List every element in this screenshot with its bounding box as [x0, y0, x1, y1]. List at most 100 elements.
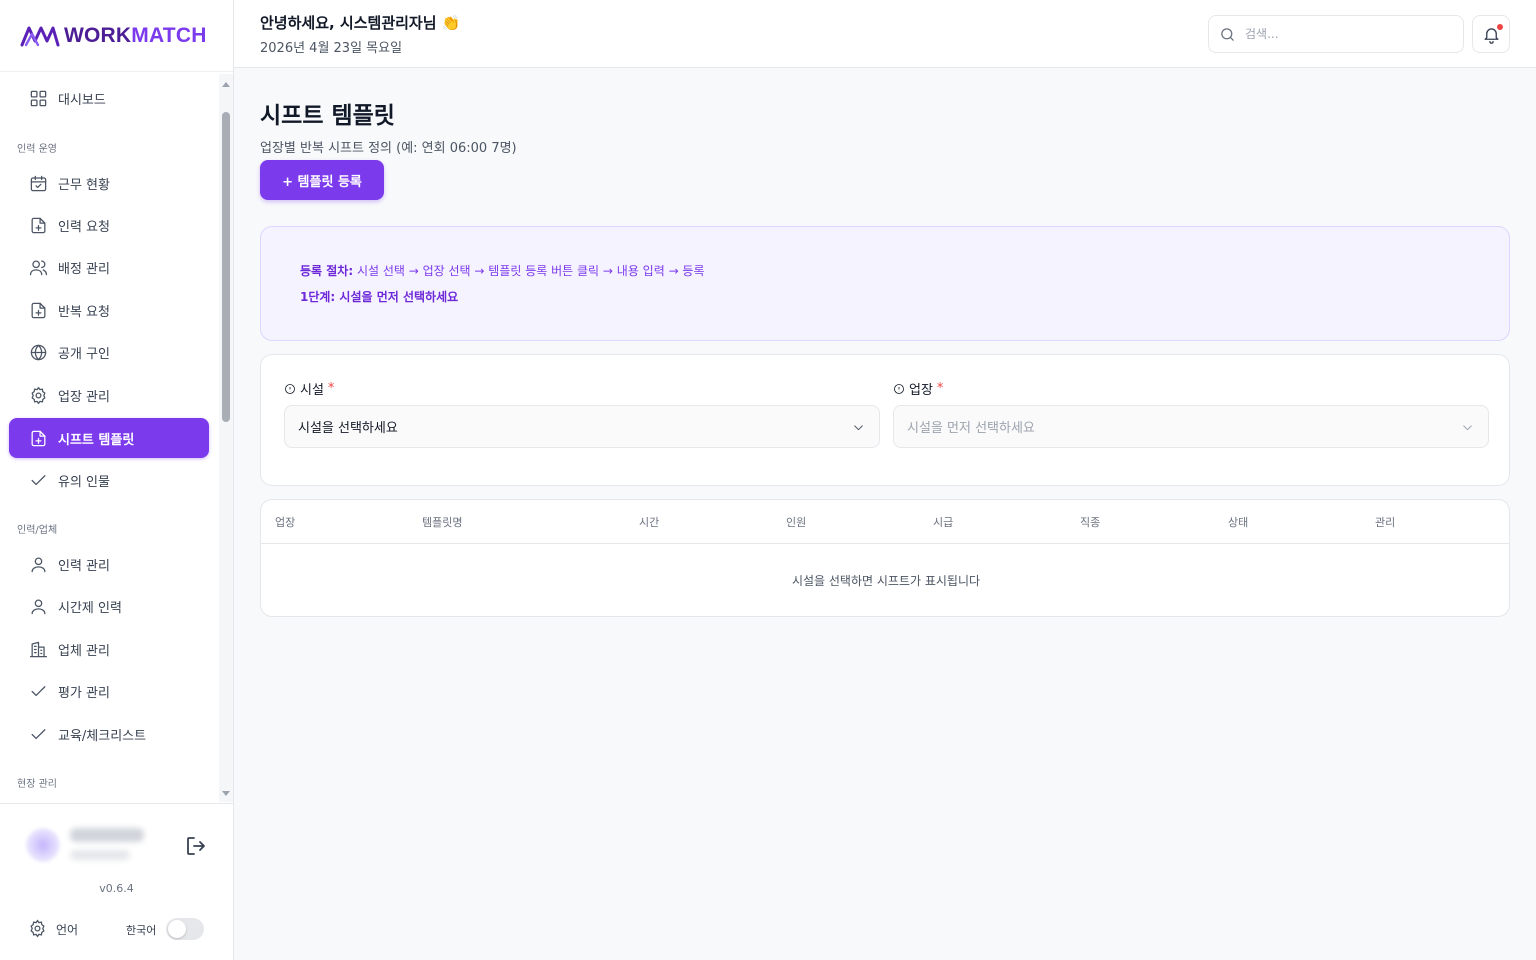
- sidebar-item-label: 교육/체크리스트: [58, 728, 147, 744]
- info-circle-icon: [285, 383, 295, 394]
- logo-text: WORKMATCH: [64, 23, 207, 47]
- notifications-button[interactable]: [1472, 15, 1510, 53]
- venue-select-value: 시설을 먼저 선택하세요: [907, 421, 1035, 436]
- filter-card: 시설 * 시설을 선택하세요 업장 * 시설을 먼저 선택하세요: [260, 354, 1510, 486]
- column-header-time[interactable]: 시간: [639, 514, 659, 530]
- check-icon: [31, 474, 46, 485]
- template-table: 업장 템플릿명 시간 인원 시급 직종 상태 관리 시설을 선택하면 시프트가 …: [260, 499, 1510, 617]
- top-header: 안녕하세요, 시스템관리자님 👏 2026년 4월 23일 목요일: [234, 0, 1536, 68]
- facility-label: 시설 *: [284, 379, 334, 398]
- sidebar-item-label: 인력 관리: [58, 558, 110, 574]
- greeting-text: 안녕하세요, 시스템관리자님 👏: [260, 14, 461, 32]
- column-header-job-type[interactable]: 직종: [1080, 514, 1100, 530]
- sidebar-item-label: 시간제 인력: [58, 600, 122, 616]
- language-value: 한국어: [126, 924, 157, 937]
- users-icon: [29, 260, 48, 275]
- avatar: [26, 828, 60, 862]
- sidebar-item-label: 유의 인물: [58, 474, 110, 490]
- sidebar-item-public-hiring[interactable]: 공개 구인: [9, 332, 209, 372]
- procedure-text: 등록 절차: 시설 선택 → 업장 선택 → 템플릿 등록 버튼 클릭 → 내용…: [300, 262, 705, 279]
- sidebar-item-label: 배정 관리: [58, 261, 110, 277]
- table-empty-message: 시설을 선택하면 시프트가 표시됩니다: [791, 574, 981, 588]
- sidebar-item-label: 공개 구인: [58, 346, 110, 362]
- search-input[interactable]: [1245, 24, 1445, 44]
- add-template-button[interactable]: + 템플릿 등록: [260, 160, 384, 200]
- check-icon: [31, 685, 46, 696]
- sidebar-item-part-time-workers[interactable]: 시간제 인력: [9, 586, 209, 626]
- file-plus-icon: [31, 217, 46, 233]
- user-icon: [31, 557, 46, 572]
- search-icon: [1221, 28, 1234, 41]
- nav-section-site: 현장 관리: [17, 779, 57, 790]
- notification-dot: [1497, 24, 1503, 30]
- sidebar-item-venue-management[interactable]: 업장 관리: [9, 375, 209, 415]
- scrollbar-thumb[interactable]: [222, 112, 230, 422]
- sidebar-item-company-management[interactable]: 업체 관리: [9, 629, 209, 669]
- chevron-down-icon: [854, 425, 863, 431]
- sidebar-item-label: 평가 관리: [58, 685, 110, 701]
- nav-section-workers: 인력/업체: [17, 525, 58, 536]
- sidebar-item-work-status[interactable]: 근무 현황: [9, 163, 209, 203]
- logout-icon: [187, 837, 205, 855]
- scroll-down-arrow-icon[interactable]: [222, 791, 230, 796]
- sidebar-item-training-checklist[interactable]: 교육/체크리스트: [9, 714, 209, 754]
- column-header-headcount[interactable]: 인원: [786, 514, 806, 530]
- sidebar-item-evaluation[interactable]: 평가 관리: [9, 671, 209, 711]
- user-name-blurred: [70, 828, 144, 842]
- sidebar-item-worker-management[interactable]: 인력 관리: [9, 544, 209, 584]
- info-circle-icon: [894, 383, 904, 394]
- file-plus-icon: [31, 302, 46, 318]
- language-toggle[interactable]: [166, 918, 204, 940]
- venue-select[interactable]: 시설을 먼저 선택하세요: [893, 405, 1489, 448]
- sidebar-item-assignment[interactable]: 배정 관리: [9, 247, 209, 287]
- sidebar-item-label: 인력 요청: [58, 219, 110, 235]
- sidebar-item-shift-template[interactable]: 시프트 템플릿: [9, 418, 209, 458]
- sidebar-item-staff-request[interactable]: 인력 요청: [9, 205, 209, 245]
- user-icon: [31, 599, 46, 614]
- language-setting: 언어 한국어: [28, 918, 208, 940]
- sidebar-item-dashboard[interactable]: 대시보드: [9, 78, 209, 118]
- sidebar-nav: 대시보드 인력 운영 근무 현황 인력 요청 배정 관리 반복 요청 공개 구인…: [0, 74, 219, 802]
- page-subtitle: 업장별 반복 시프트 정의 (예: 연회 06:00 7명): [260, 141, 517, 156]
- venue-label: 업장 *: [893, 379, 943, 398]
- sidebar-item-label: 근무 현황: [58, 177, 110, 193]
- sidebar-footer: v0.6.4 언어 한국어: [0, 803, 233, 960]
- sidebar-item-recurring-request[interactable]: 반복 요청: [9, 290, 209, 330]
- sidebar-scrollbar[interactable]: [219, 74, 233, 802]
- toggle-knob: [168, 920, 186, 938]
- table-header: 업장 템플릿명 시간 인원 시급 직종 상태 관리: [261, 500, 1509, 544]
- calendar-check-icon: [30, 175, 47, 191]
- nav-section-ops: 인력 운영: [17, 144, 57, 155]
- column-header-venue[interactable]: 업장: [275, 514, 295, 530]
- sidebar-item-watchlist[interactable]: 유의 인물: [9, 460, 209, 500]
- gear-icon: [30, 919, 45, 938]
- page-title: 시프트 템플릿: [260, 103, 395, 129]
- globe-icon: [30, 344, 47, 360]
- grid-icon: [30, 90, 47, 106]
- sidebar-item-label: 업체 관리: [58, 643, 110, 659]
- column-header-status[interactable]: 상태: [1228, 514, 1248, 530]
- logo[interactable]: WORKMATCH: [0, 0, 233, 72]
- procedure-steps: 시설 선택 → 업장 선택 → 템플릿 등록 버튼 클릭 → 내용 입력 → 등…: [356, 264, 705, 278]
- column-header-actions[interactable]: 관리: [1375, 514, 1395, 530]
- sidebar-item-label: 반복 요청: [58, 304, 110, 320]
- logout-button[interactable]: [184, 834, 208, 858]
- building-icon: [29, 641, 48, 657]
- procedure-label: 등록 절차:: [300, 264, 354, 278]
- logo-mark-icon: [20, 26, 60, 46]
- facility-select[interactable]: 시설을 선택하세요: [284, 405, 880, 448]
- facility-select-value: 시설을 선택하세요: [298, 421, 398, 436]
- check-icon: [31, 728, 46, 739]
- search-box[interactable]: [1208, 15, 1464, 53]
- user-role-blurred: [70, 850, 130, 860]
- sidebar-item-label: 업장 관리: [58, 389, 110, 405]
- column-header-hourly-wage[interactable]: 시급: [933, 514, 953, 530]
- current-step: 1단계: 시설을 먼저 선택하세요: [300, 290, 459, 304]
- file-plus-icon: [31, 430, 46, 446]
- sidebar-item-label: 시프트 템플릿: [58, 432, 135, 448]
- column-header-template-name[interactable]: 템플릿명: [422, 514, 462, 530]
- current-date: 2026년 4월 23일 목요일: [260, 41, 403, 56]
- scroll-up-arrow-icon[interactable]: [222, 82, 230, 87]
- app-version: v0.6.4: [99, 882, 134, 895]
- chevron-down-icon: [1463, 425, 1472, 431]
